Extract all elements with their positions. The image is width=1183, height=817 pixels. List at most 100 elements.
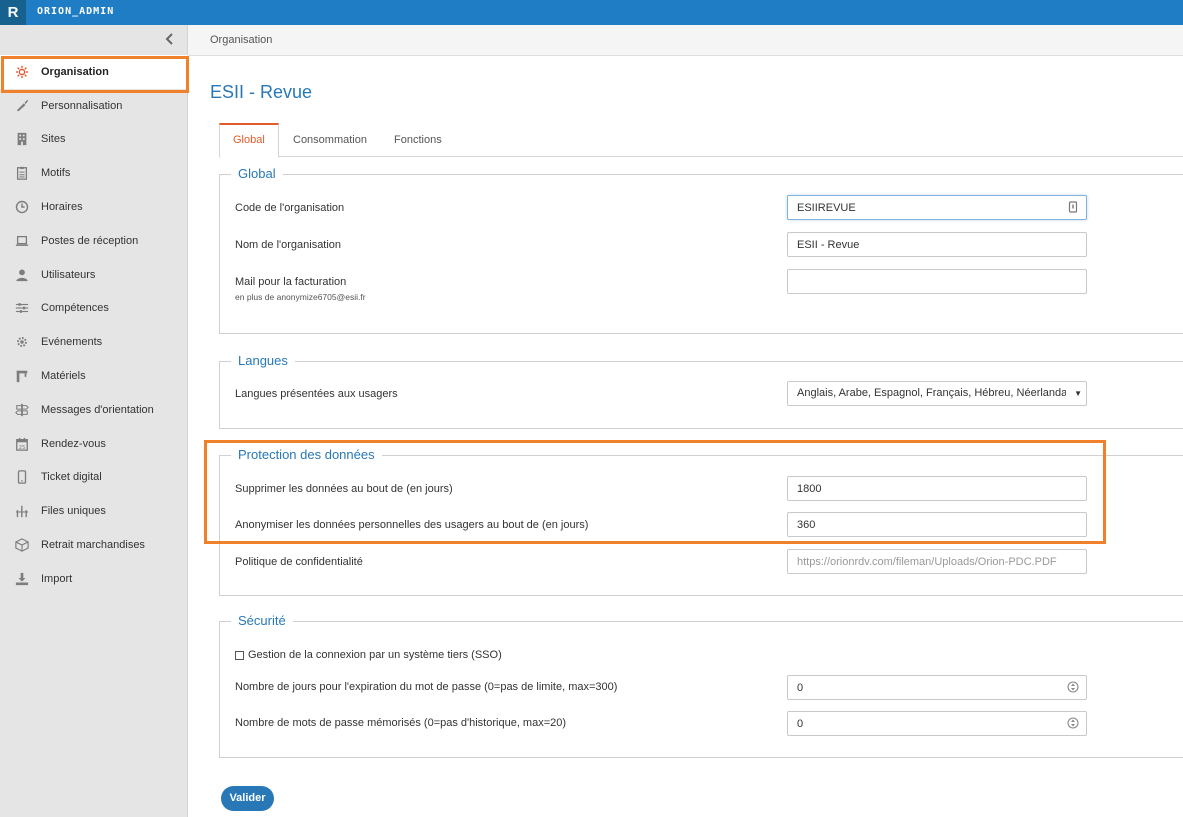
sidebar: Organisation Personnalisation Sites Moti… bbox=[0, 25, 188, 817]
calendar-icon: 25 bbox=[14, 436, 30, 452]
sidebar-nav: Organisation Personnalisation Sites Moti… bbox=[0, 55, 188, 596]
section-title-protection: Protection des données bbox=[231, 446, 382, 464]
sidebar-item-import[interactable]: Import bbox=[0, 562, 188, 596]
sidebar-item-utilisateurs[interactable]: Utilisateurs bbox=[0, 258, 188, 292]
brush-icon bbox=[14, 98, 30, 114]
policy-label: Politique de confidentialité bbox=[235, 556, 363, 568]
sso-label: Gestion de la connexion par un système t… bbox=[248, 649, 502, 661]
langues-select[interactable]: Anglais, Arabe, Espagnol, Français, Hébr… bbox=[787, 381, 1087, 406]
spinner-icon[interactable] bbox=[1067, 717, 1079, 729]
sidebar-item-rendez-vous[interactable]: 25 Rendez-vous bbox=[0, 427, 188, 461]
breadcrumb[interactable]: Organisation bbox=[210, 34, 272, 46]
breadcrumb-bar: Organisation bbox=[188, 25, 1183, 56]
download-icon bbox=[14, 571, 30, 587]
laptop-icon bbox=[14, 233, 30, 249]
fieldset-global: Global Code de l'organisation Nom de l'o… bbox=[219, 165, 1183, 334]
tabs: Global Consommation Fonctions bbox=[219, 123, 1183, 158]
policy-url-field[interactable] bbox=[787, 549, 1087, 574]
anon-days-field[interactable] bbox=[787, 512, 1087, 537]
mail-sub-label: en plus de anonymize6705@esii.fr bbox=[235, 292, 366, 302]
key-icon bbox=[1067, 201, 1079, 213]
fieldset-securite: Sécurité Gestion de la connexion par un … bbox=[219, 612, 1183, 758]
mail-label: Mail pour la facturation bbox=[235, 276, 347, 288]
sso-row: Gestion de la connexion par un système t… bbox=[235, 649, 502, 661]
sidebar-item-label: Horaires bbox=[41, 201, 83, 214]
sidebar-item-personnalisation[interactable]: Personnalisation bbox=[0, 89, 188, 123]
svg-text:25: 25 bbox=[19, 444, 26, 450]
spinner-icon[interactable] bbox=[1067, 681, 1079, 693]
code-field-wrap bbox=[787, 195, 1087, 220]
submit-button[interactable]: Valider bbox=[221, 786, 274, 811]
sidebar-item-evenements[interactable]: Evénements bbox=[0, 325, 188, 359]
phone-icon bbox=[14, 469, 30, 485]
code-label: Code de l'organisation bbox=[235, 202, 345, 214]
sidebar-item-messages[interactable]: Messages d'orientation bbox=[0, 393, 188, 427]
history-label: Nombre de mots de passe mémorisés (0=pas… bbox=[235, 717, 567, 729]
app-title[interactable]: ORION_ADMIN bbox=[37, 6, 114, 17]
sidebar-item-organisation[interactable]: Organisation bbox=[0, 55, 188, 89]
box-icon bbox=[14, 537, 30, 553]
page-title: ESII - Revue bbox=[210, 82, 313, 102]
sidebar-item-label: Utilisateurs bbox=[41, 268, 96, 281]
sidebar-item-label: Retrait marchandises bbox=[41, 539, 145, 552]
cog-icon bbox=[14, 334, 30, 350]
code-field[interactable] bbox=[787, 195, 1087, 220]
sidebar-item-retrait[interactable]: Retrait marchandises bbox=[0, 528, 188, 562]
building-icon bbox=[14, 131, 30, 147]
signpost-icon bbox=[14, 402, 30, 418]
sidebar-item-files-uniques[interactable]: Files uniques bbox=[0, 494, 188, 528]
mail-field[interactable] bbox=[787, 269, 1087, 294]
queue-icon bbox=[14, 503, 30, 519]
delete-label: Supprimer les données au bout de (en jou… bbox=[235, 483, 453, 495]
fieldset-protection: Protection des données Supprimer les don… bbox=[219, 446, 1183, 596]
sidebar-item-horaires[interactable]: Horaires bbox=[0, 190, 188, 224]
sidebar-item-materiels[interactable]: Matériels bbox=[0, 359, 188, 393]
name-label: Nom de l'organisation bbox=[235, 239, 342, 251]
sidebar-item-label: Compétences bbox=[41, 302, 109, 315]
sliders-icon bbox=[14, 300, 30, 316]
chevron-left-icon[interactable] bbox=[163, 33, 177, 47]
caret-down-icon: ▼ bbox=[1074, 389, 1082, 398]
sidebar-item-label: Postes de réception bbox=[41, 234, 139, 247]
sidebar-item-postes[interactable]: Postes de réception bbox=[0, 224, 188, 258]
user-icon bbox=[14, 267, 30, 283]
sidebar-item-label: Import bbox=[41, 572, 73, 585]
delete-days-field[interactable] bbox=[787, 476, 1087, 501]
sidebar-item-competences[interactable]: Compétences bbox=[0, 292, 188, 326]
tool-icon bbox=[14, 368, 30, 384]
sidebar-item-label: Motifs bbox=[41, 167, 71, 180]
sidebar-item-label: Organisation bbox=[41, 65, 109, 78]
sidebar-item-label: Rendez-vous bbox=[41, 437, 106, 450]
langues-selected: Anglais, Arabe, Espagnol, Français, Hébr… bbox=[797, 387, 1066, 399]
history-field[interactable] bbox=[787, 711, 1087, 736]
sidebar-item-label: Messages d'orientation bbox=[41, 403, 154, 416]
sso-checkbox[interactable] bbox=[235, 650, 244, 660]
clipboard-icon bbox=[14, 165, 30, 181]
sidebar-item-label: Matériels bbox=[41, 370, 86, 383]
gear-icon bbox=[14, 64, 30, 80]
mail-label-group: Mail pour la facturation en plus de anon… bbox=[235, 276, 366, 302]
sidebar-item-label: Ticket digital bbox=[41, 471, 102, 484]
clock-icon bbox=[14, 199, 30, 215]
expiry-field-wrap bbox=[787, 675, 1087, 700]
sidebar-item-ticket-digital[interactable]: Ticket digital bbox=[0, 461, 188, 495]
expiry-field[interactable] bbox=[787, 675, 1087, 700]
tab-consommation[interactable]: Consommation bbox=[280, 123, 380, 157]
section-title-securite: Sécurité bbox=[231, 612, 293, 630]
sidebar-item-label: Files uniques bbox=[41, 505, 106, 518]
sidebar-item-motifs[interactable]: Motifs bbox=[0, 156, 188, 190]
fieldset-langues: Langues Langues présentées aux usagers A… bbox=[219, 352, 1183, 429]
top-bar: R ORION_ADMIN bbox=[0, 0, 1183, 25]
sidebar-item-label: Evénements bbox=[41, 336, 103, 349]
anon-label: Anonymiser les données personnelles des … bbox=[235, 519, 589, 531]
sidebar-item-label: Personnalisation bbox=[41, 99, 123, 112]
sidebar-item-sites[interactable]: Sites bbox=[0, 123, 188, 157]
tab-fonctions[interactable]: Fonctions bbox=[381, 123, 455, 157]
app-logo[interactable]: R bbox=[0, 0, 26, 25]
section-title-langues: Langues bbox=[231, 352, 295, 370]
name-field[interactable] bbox=[787, 232, 1087, 257]
tab-global[interactable]: Global bbox=[219, 123, 279, 158]
langues-label: Langues présentées aux usagers bbox=[235, 388, 398, 400]
history-field-wrap bbox=[787, 711, 1087, 736]
sidebar-item-label: Sites bbox=[41, 133, 66, 146]
